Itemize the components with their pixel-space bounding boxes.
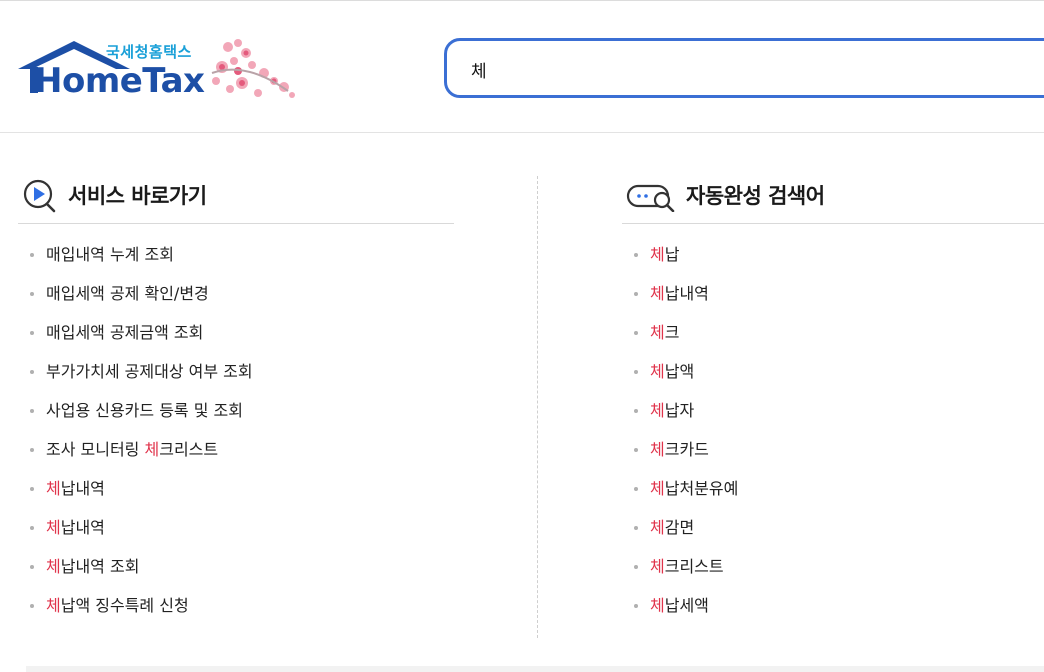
- autocomplete-item[interactable]: 체크리스트: [622, 553, 1044, 592]
- autocomplete-item[interactable]: 체납내역: [622, 280, 1044, 319]
- autocomplete-item[interactable]: 체크: [622, 319, 1044, 358]
- service-item[interactable]: 매입내역 누계 조회: [18, 241, 454, 280]
- column-divider: [537, 176, 538, 638]
- hometax-logo[interactable]: 국세청홈택스 HomeTax: [16, 37, 298, 103]
- service-item[interactable]: 체납내역: [18, 514, 454, 553]
- service-item[interactable]: 매입세액 공제금액 조회: [18, 319, 454, 358]
- service-item[interactable]: 매입세액 공제 확인/변경: [18, 280, 454, 319]
- service-shortcuts-header: 서비스 바로가기: [18, 176, 454, 224]
- autocomplete-header: 자동완성 검색어: [622, 176, 1044, 224]
- autocomplete-item[interactable]: 체크카드: [622, 436, 1044, 475]
- service-item[interactable]: 체납액 징수특례 신청: [18, 592, 454, 631]
- bottom-bar: [26, 666, 1044, 672]
- search-box: [444, 38, 1044, 98]
- autocomplete-list: 체납 체납내역 체크 체납액 체납자 체크카드 체납처분유예 체감면 체크리스트…: [622, 241, 1044, 631]
- chat-search-icon: [626, 184, 675, 212]
- service-shortcuts-title: 서비스 바로가기: [68, 184, 207, 208]
- service-item[interactable]: 부가가치세 공제대상 여부 조회: [18, 358, 454, 397]
- autocomplete-panel: 자동완성 검색어 체납 체납내역 체크 체납액 체납자 체크카드 체납처분유예 …: [622, 176, 1044, 631]
- service-shortcuts: 서비스 바로가기 매입내역 누계 조회 매입세액 공제 확인/변경 매입세액 공…: [18, 176, 454, 631]
- search-input[interactable]: [471, 55, 1031, 83]
- service-item[interactable]: 체납내역: [18, 475, 454, 514]
- search-play-icon: [23, 179, 56, 213]
- service-item[interactable]: 체납내역 조회: [18, 553, 454, 592]
- service-item[interactable]: 사업용 신용카드 등록 및 조회: [18, 397, 454, 436]
- autocomplete-item[interactable]: 체납: [622, 241, 1044, 280]
- logo-subtitle: 국세청홈택스: [106, 43, 192, 61]
- autocomplete-item[interactable]: 체감면: [622, 514, 1044, 553]
- autocomplete-title: 자동완성 검색어: [686, 184, 825, 208]
- service-list: 매입내역 누계 조회 매입세액 공제 확인/변경 매입세액 공제금액 조회 부가…: [18, 241, 454, 631]
- autocomplete-item[interactable]: 체납액: [622, 358, 1044, 397]
- service-item[interactable]: 조사 모니터링 체크리스트: [18, 436, 454, 475]
- autocomplete-item[interactable]: 체납자: [622, 397, 1044, 436]
- header: 국세청홈택스 HomeTax: [0, 1, 1044, 133]
- autocomplete-item[interactable]: 체납세액: [622, 592, 1044, 631]
- logo-name: HomeTax: [34, 61, 205, 101]
- autocomplete-item[interactable]: 체납처분유예: [622, 475, 1044, 514]
